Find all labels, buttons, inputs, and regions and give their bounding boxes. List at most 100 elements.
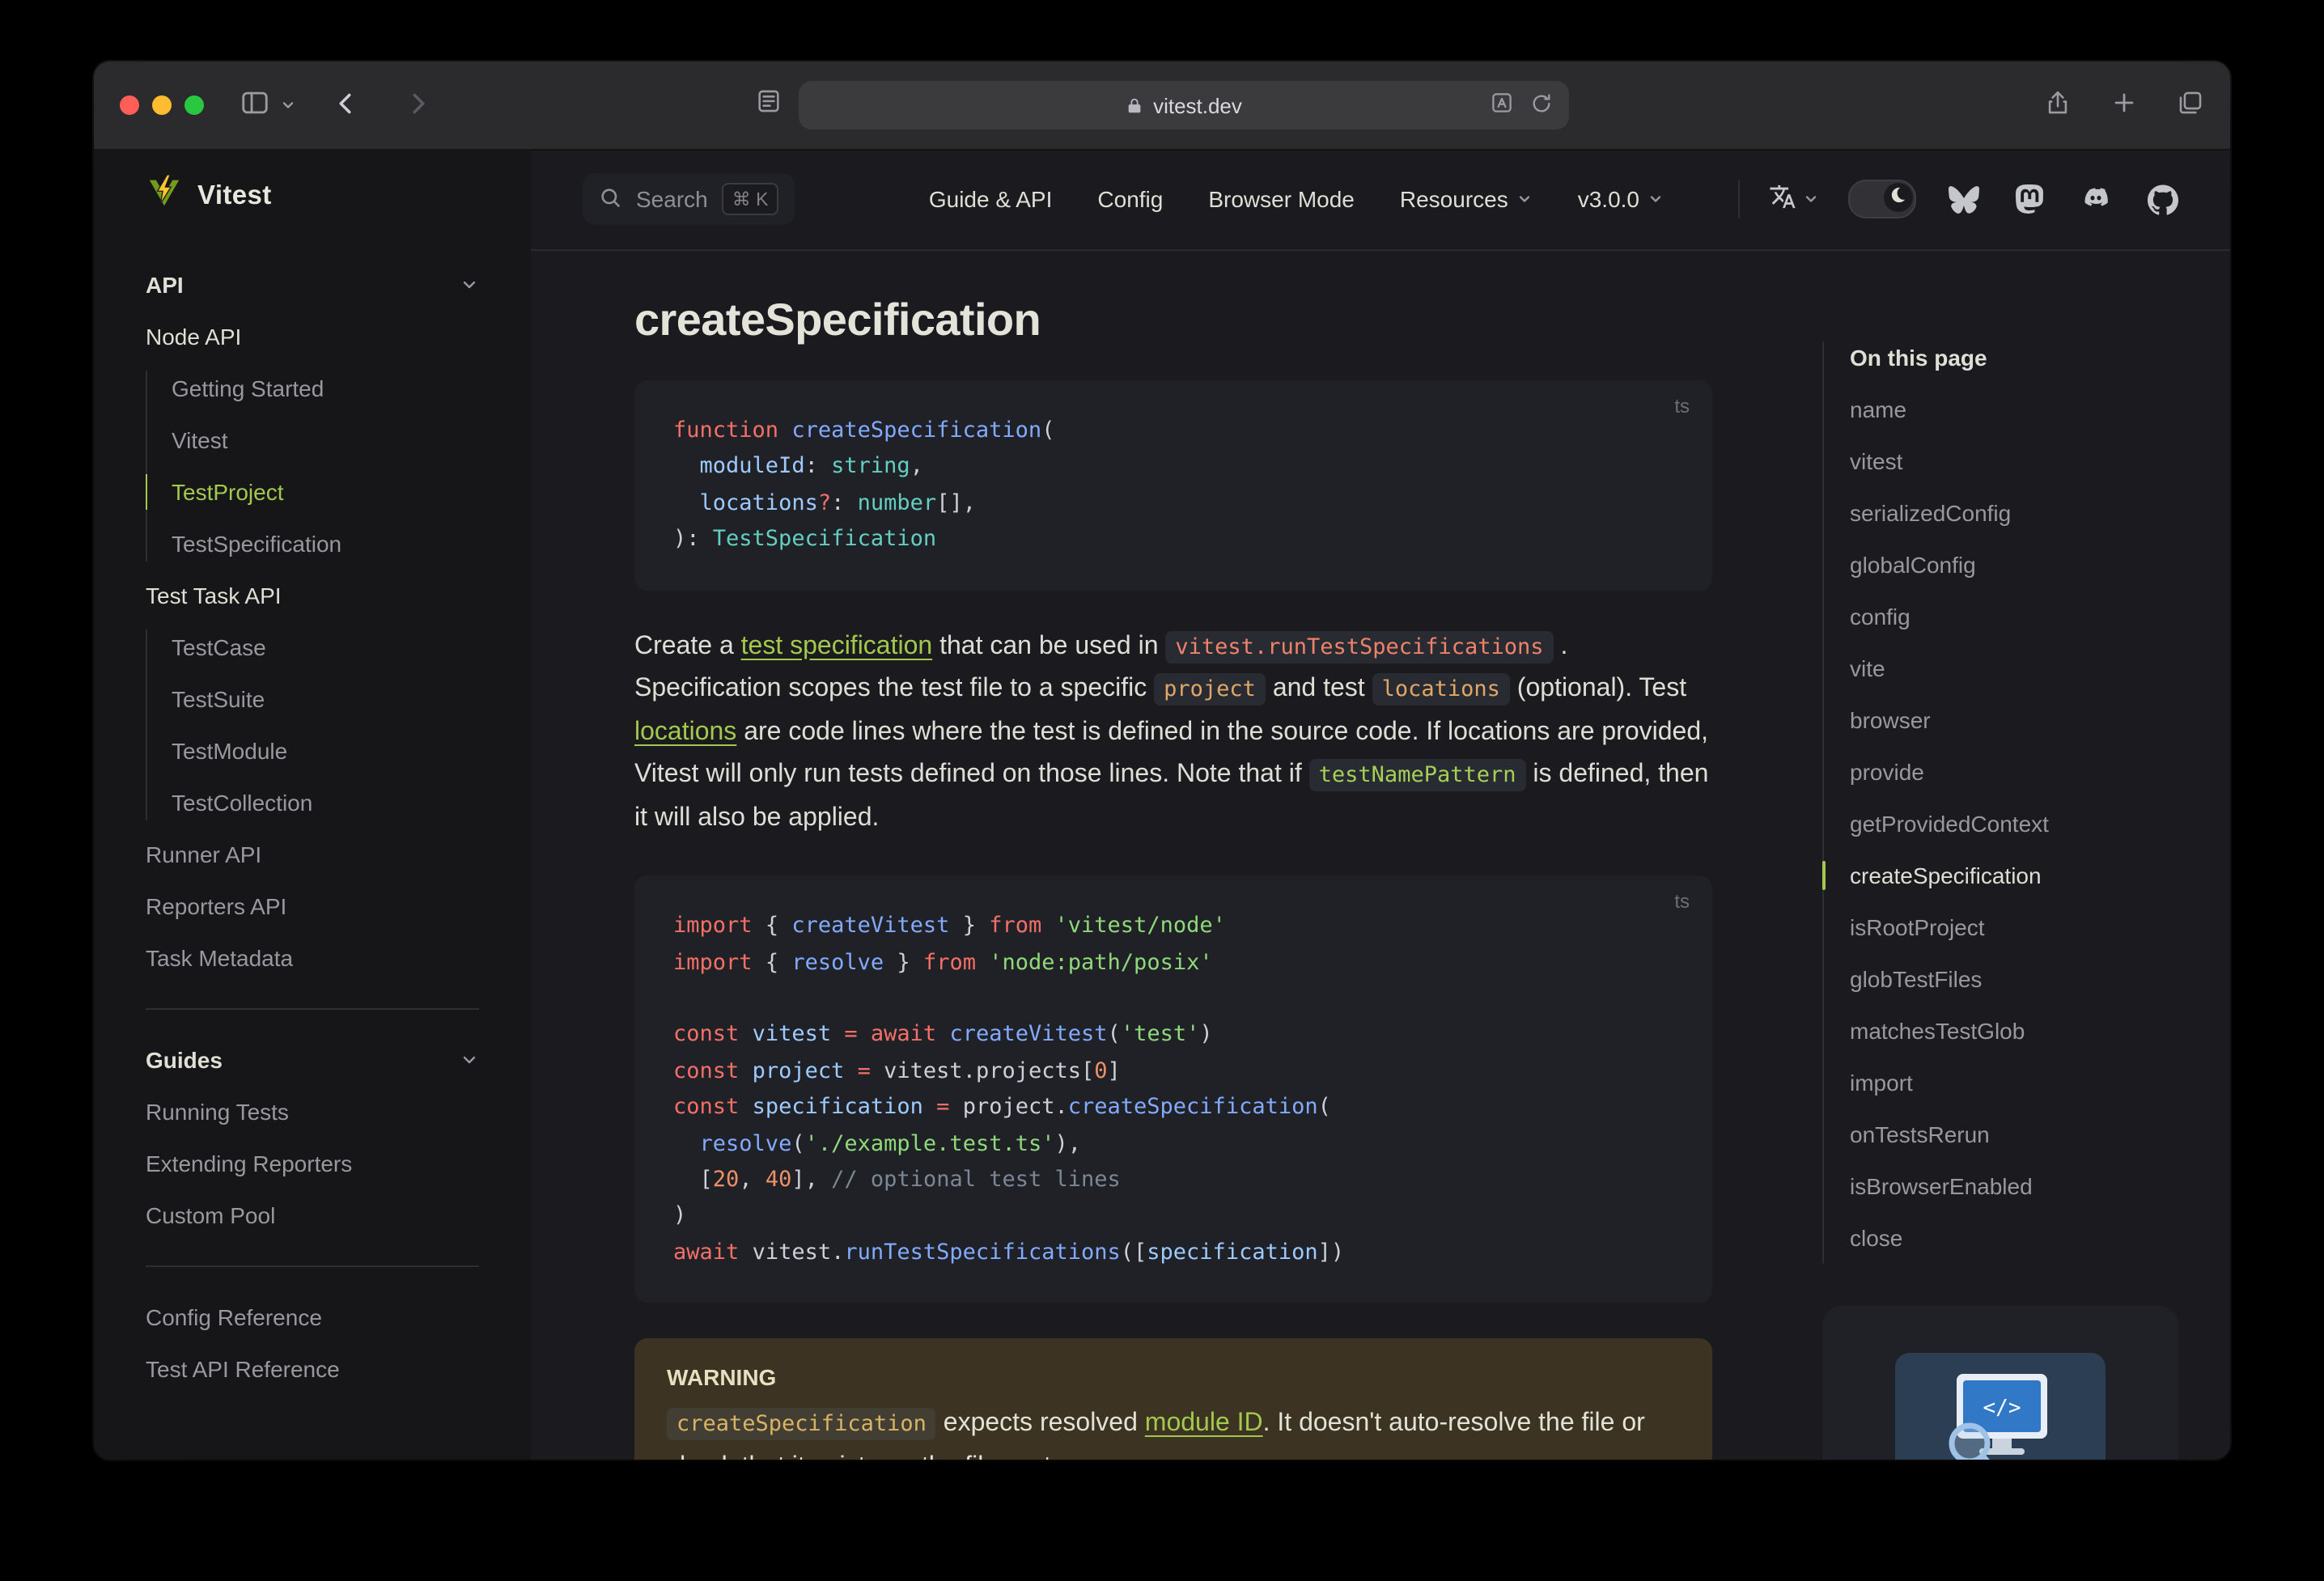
doc-link[interactable]: locations [634, 718, 736, 745]
sidebar-item-testcase[interactable]: TestCase [172, 621, 479, 673]
discord-icon[interactable] [2080, 183, 2112, 215]
outline-item-config[interactable]: config [1850, 591, 2178, 642]
nav-item-browser-mode[interactable]: Browser Mode [1208, 186, 1355, 212]
outline-item-browser[interactable]: browser [1850, 694, 2178, 746]
sidebar-item-config-reference[interactable]: Config Reference [146, 1291, 479, 1343]
sidebar-toggle-button[interactable] [240, 87, 270, 123]
sidebar-panel-icon [240, 87, 270, 123]
plus-icon [2110, 89, 2138, 121]
code-lang-badge: ts [1674, 890, 1690, 913]
forward-button[interactable] [403, 88, 432, 122]
outline-item-name[interactable]: name [1850, 384, 2178, 435]
sidebar-item-custom-pool[interactable]: Custom Pool [146, 1189, 479, 1241]
sidebar-item-testcollection[interactable]: TestCollection [172, 777, 479, 829]
nav-item-guide-api[interactable]: Guide & API [929, 186, 1053, 212]
nav-links: Guide & API Config Browser Mode Resources v3… [929, 186, 1664, 212]
code-lang-badge: ts [1674, 395, 1690, 418]
chevron-down-icon [1516, 191, 1533, 207]
search-button[interactable]: Search ⌘ K [583, 173, 795, 225]
nav-divider [1738, 180, 1740, 218]
sidebar-item-testspecification[interactable]: TestSpecification [172, 518, 479, 570]
warning-title: WARNING [667, 1364, 777, 1391]
sidebar-item-runner-api[interactable]: Runner API [146, 829, 479, 880]
sidebar-item-testproject[interactable]: TestProject [146, 466, 479, 518]
outline-item-vitest[interactable]: vitest [1850, 435, 2178, 487]
sidebar-item-getting-started[interactable]: Getting Started [172, 362, 479, 414]
close-window-button[interactable] [120, 95, 139, 115]
mastodon-icon[interactable] [2015, 184, 2044, 214]
outline-item-isrootproject[interactable]: isRootProject [1850, 901, 2178, 953]
sidebar-item-running-tests[interactable]: Running Tests [146, 1086, 479, 1138]
outline-item-vite[interactable]: vite [1850, 642, 2178, 694]
sidebar-item-testmodule[interactable]: TestModule [172, 725, 479, 777]
browser-toolbar: vitest.dev [94, 61, 2230, 150]
screenshot-stage: vitest.dev Vitest API Node API Getting S… [0, 0, 2324, 1581]
address-bar[interactable]: vitest.dev [799, 81, 1569, 129]
code: import { createVitest } from 'vitest/nod… [673, 913, 1345, 1265]
chevron-down-icon [1803, 191, 1819, 207]
doc-link[interactable]: module ID [1145, 1409, 1263, 1437]
reload-icon[interactable] [1530, 91, 1553, 119]
translate-page-icon[interactable] [1490, 91, 1514, 120]
outline-item-ontestsrerun[interactable]: onTestsRerun [1850, 1108, 2178, 1160]
sponsor-card[interactable]: </> [1822, 1306, 2178, 1460]
page-format-button[interactable] [755, 87, 782, 123]
sidebar-item-test-api-reference[interactable]: Test API Reference [146, 1343, 479, 1395]
tab-overview-icon [2177, 89, 2204, 121]
warning-callout: WARNING createSpecification expects reso… [634, 1338, 1712, 1460]
sidebar-section-guides[interactable]: Guides [146, 1034, 479, 1086]
example-code-block: ts import { createVitest } from 'vitest/… [634, 875, 1712, 1303]
outline-item-close[interactable]: close [1850, 1212, 2178, 1264]
theme-toggle[interactable] [1848, 180, 1916, 218]
inline-code: vitest.runTestSpecifications [1165, 630, 1554, 663]
back-button[interactable] [332, 88, 361, 122]
sidebar-group-test-task-api[interactable]: Test Task API [146, 570, 479, 621]
zoom-window-button[interactable] [184, 95, 204, 115]
warning-text: createSpecification expects resolved mod… [667, 1403, 1680, 1460]
nav-item-resources[interactable]: Resources [1400, 186, 1533, 212]
sidebar-divider [146, 1265, 479, 1267]
outline-item-getprovidedcontext[interactable]: getProvidedContext [1850, 798, 2178, 850]
outline-item-serializedconfig[interactable]: serializedConfig [1850, 487, 2178, 539]
nav-item-config[interactable]: Config [1097, 186, 1163, 212]
minimize-window-button[interactable] [152, 95, 172, 115]
outline-item-import[interactable]: import [1850, 1057, 2178, 1108]
share-button[interactable] [2044, 89, 2072, 121]
tab-group-chevron-button[interactable] [280, 93, 296, 117]
page-icon [755, 87, 782, 123]
outline-item-isbrowserenabled[interactable]: isBrowserEnabled [1850, 1160, 2178, 1212]
sidebar-group-node-api[interactable]: Node API [146, 311, 479, 362]
sidebar-item-vitest[interactable]: Vitest [172, 414, 479, 466]
tab-overview-button[interactable] [2177, 89, 2204, 121]
sidebar-item-extending-reporters[interactable]: Extending Reporters [146, 1138, 479, 1189]
sidebar-item-testsuite[interactable]: TestSuite [172, 673, 479, 725]
outline-title: On this page [1850, 345, 1987, 371]
sidebar-item-task-metadata[interactable]: Task Metadata [146, 932, 479, 984]
sidebar: Vitest API Node API Getting Started Vitest T… [94, 149, 531, 1460]
sidebar-item-reporters-api[interactable]: Reporters API [146, 880, 479, 932]
inline-code: locations [1372, 673, 1510, 706]
sidebar-section-api[interactable]: API [146, 259, 479, 311]
nav-item-v3-0-0[interactable]: v3.0.0 [1578, 186, 1664, 212]
page-title: createSpecification [634, 295, 1041, 345]
new-tab-button[interactable] [2110, 89, 2138, 121]
outline-item-provide[interactable]: provide [1850, 746, 2178, 798]
sponsor-image: </> [1895, 1353, 2106, 1460]
outline-item-globtestfiles[interactable]: globTestFiles [1850, 953, 2178, 1005]
chevron-down-icon [460, 275, 479, 295]
github-icon[interactable] [2148, 184, 2178, 214]
chevron-down-icon [280, 93, 296, 117]
search-shortcut: ⌘ K [722, 183, 778, 215]
language-menu-button[interactable] [1769, 183, 1819, 215]
doc-link[interactable]: test specification [741, 632, 933, 659]
outline-item-globalconfig[interactable]: globalConfig [1850, 539, 2178, 591]
inline-code: createSpecification [667, 1408, 936, 1441]
outline-item-createspecification[interactable]: createSpecification [1822, 850, 2178, 901]
bluesky-icon[interactable] [1949, 184, 1979, 214]
lock-icon [1126, 96, 1143, 114]
url-text: vitest.dev [1153, 93, 1242, 117]
doc-content: createSpecification ts function createSp… [634, 251, 1712, 1460]
brand[interactable]: Vitest [146, 149, 479, 243]
search-icon [599, 185, 621, 213]
outline-item-matchestestglob[interactable]: matchesTestGlob [1850, 1005, 2178, 1057]
